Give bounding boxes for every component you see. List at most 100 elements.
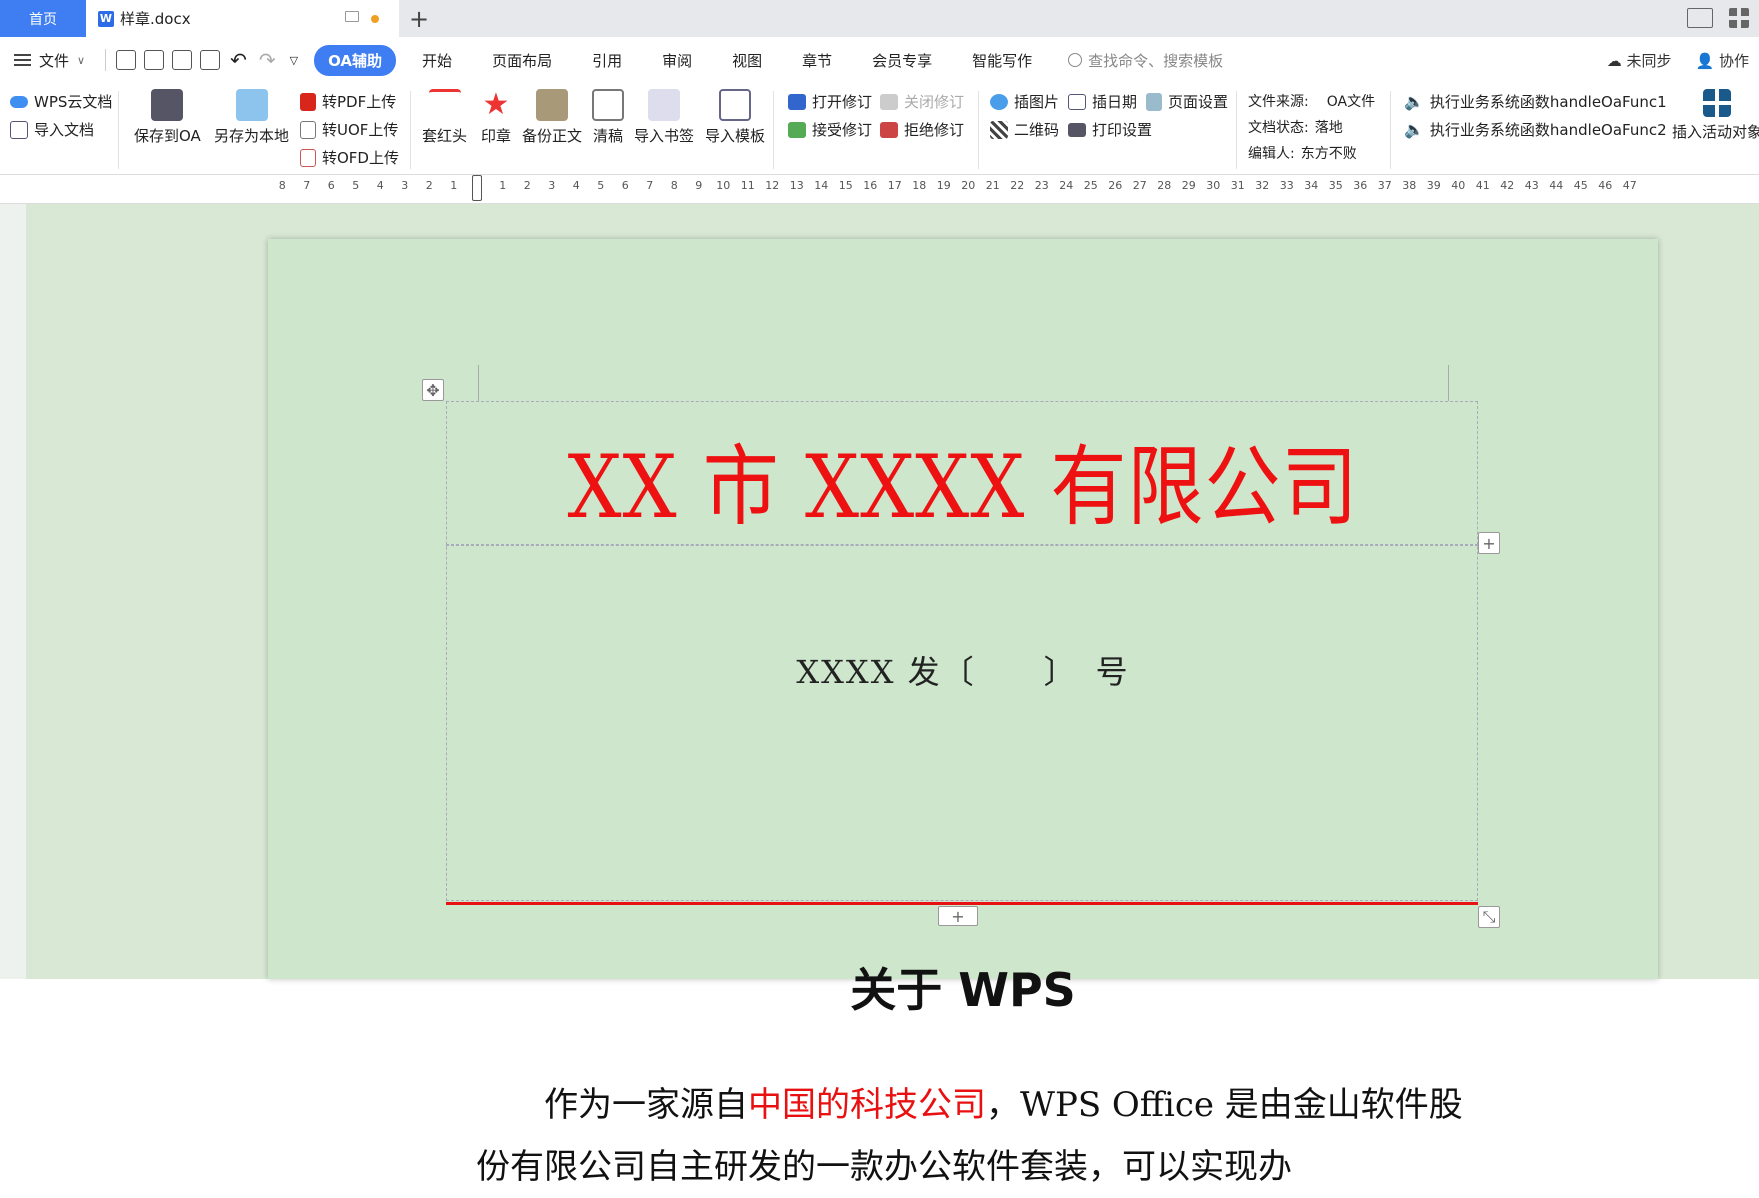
red-head-label: 套红头	[422, 127, 468, 145]
quick-access-more-icon[interactable]: ▽	[290, 54, 298, 67]
insert-date-button[interactable]: 插日期	[1068, 91, 1137, 112]
reject-revision-button[interactable]: 拒绝修订	[880, 119, 964, 140]
para-text-red: 中国的科技公司	[748, 1085, 986, 1125]
insert-picture-button[interactable]: 插图片	[990, 91, 1059, 112]
divider	[118, 91, 119, 169]
doc-status-label: 文档状态:	[1248, 120, 1309, 136]
file-menu[interactable]: 文件 ∨	[0, 50, 99, 71]
menu-start[interactable]: 开始	[402, 50, 472, 71]
tab-document[interactable]: W 样章.docx	[86, 0, 399, 37]
insert-date-label: 插日期	[1092, 93, 1138, 111]
save-icon[interactable]	[116, 50, 137, 70]
red-head-button[interactable]: 套红头	[422, 89, 467, 146]
clean-draft-label: 清稿	[592, 127, 623, 145]
import-doc-button[interactable]: 导入文档	[10, 119, 94, 140]
star-seal-icon: ★	[482, 87, 510, 122]
ruler-tick-label: 19	[936, 179, 951, 192]
menu-layout[interactable]: 页面布局	[472, 50, 572, 71]
margin-corner-tl	[478, 365, 479, 401]
ruler-tick-label: 6	[621, 179, 629, 192]
oa-func2-button[interactable]: 🔈 执行业务系统函数handleOaFunc2	[1404, 119, 1667, 140]
header-divider	[446, 544, 1478, 546]
file-menu-label: 文件	[39, 51, 70, 70]
indent-marker-icon[interactable]	[472, 175, 482, 201]
open-revision-button[interactable]: 打开修订	[788, 91, 872, 112]
save-local-button[interactable]: 另存为本地	[214, 89, 289, 146]
import-template-label: 导入模板	[705, 127, 766, 145]
resize-icon[interactable]: ⤡	[1478, 906, 1500, 928]
uof-icon	[300, 120, 316, 139]
menu-oa[interactable]: OA辅助	[314, 44, 397, 76]
collab-button[interactable]: 👤 协作	[1696, 50, 1749, 71]
seal-button[interactable]: ★ 印章	[480, 89, 512, 146]
monitor-icon[interactable]	[345, 11, 359, 22]
layout-icon[interactable]	[1687, 8, 1713, 28]
ruler-tick-label: 8	[670, 179, 678, 192]
ruler-tick-label: 1	[450, 179, 458, 192]
oa-func1-button[interactable]: 🔈 执行业务系统函数handleOaFunc1	[1404, 91, 1667, 112]
ruler-tick-label: 46	[1598, 179, 1613, 192]
doc-source-value: OA文件	[1326, 94, 1376, 110]
insert-active-object-button[interactable]: 插入活动对象	[1672, 89, 1759, 142]
ruler-tick-label: 20	[961, 179, 976, 192]
document-page[interactable]: ✥ XX 市 XXXX 有限公司 XXXX 发〔 〕 号 + + ⤡ 关于 WP…	[268, 239, 1658, 1187]
monitor-off-icon	[880, 93, 898, 110]
hamburger-icon	[14, 54, 31, 66]
menu-member[interactable]: 会员专享	[852, 50, 952, 71]
undo-icon[interactable]: ↶	[230, 48, 247, 72]
doc-source: 文件来源: OA文件	[1248, 91, 1375, 111]
seal-label: 印章	[480, 127, 511, 145]
wps-cloud-doc-button[interactable]: WPS云文档	[10, 91, 112, 112]
ruler-tick-label: 38	[1402, 179, 1417, 192]
import-bookmark-button[interactable]: 导入书签	[634, 89, 694, 146]
save-to-oa-label: 保存到OA	[134, 127, 201, 145]
menu-review[interactable]: 审阅	[642, 50, 712, 71]
import-template-button[interactable]: 导入模板	[705, 89, 765, 146]
menu-reference[interactable]: 引用	[572, 50, 642, 71]
ruler-tick-label: 28	[1157, 179, 1172, 192]
ruler-tick-label: 45	[1573, 179, 1588, 192]
divider	[105, 49, 107, 71]
save-to-oa-button[interactable]: 保存到OA	[134, 89, 201, 146]
close-revision-button[interactable]: 关闭修订	[880, 91, 964, 112]
clean-draft-button[interactable]: 清稿	[592, 89, 624, 146]
move-handle-icon[interactable]: ✥	[422, 379, 444, 401]
margin-corner-tr	[1448, 365, 1449, 401]
print-icon[interactable]	[172, 50, 193, 70]
menu-view[interactable]: 视图	[712, 50, 782, 71]
ruler-tick-label: 11	[740, 179, 755, 192]
open-revision-label: 打开修订	[812, 93, 873, 111]
export-icon[interactable]	[144, 50, 165, 70]
page-setup-label: 页面设置	[1168, 93, 1229, 111]
accept-revision-button[interactable]: 接受修订	[788, 119, 872, 140]
sync-status[interactable]: ☁ 未同步	[1607, 50, 1672, 71]
to-ofd-button[interactable]: 转OFD上传	[300, 147, 399, 168]
body-paragraph: 作为一家源自中国的科技公司，WPS Office 是由金山软件股份有限公司自主研…	[476, 1074, 1476, 1198]
redo-icon[interactable]: ↷	[259, 48, 276, 72]
to-pdf-button[interactable]: 转PDF上传	[300, 91, 396, 112]
menu-section[interactable]: 章节	[782, 50, 852, 71]
add-below-icon[interactable]: +	[938, 906, 978, 926]
add-row-icon[interactable]: +	[1478, 532, 1500, 554]
apps-grid-icon[interactable]	[1729, 8, 1749, 28]
ruler-tick-label: 10	[716, 179, 731, 192]
menu-ai-write[interactable]: 智能写作	[952, 50, 1052, 71]
ruler-tick-label: 2	[523, 179, 531, 192]
backup-button[interactable]: 备份正文	[522, 89, 582, 146]
doc-source-label: 文件来源:	[1248, 94, 1309, 110]
ruler-tick-label: 39	[1426, 179, 1441, 192]
command-search[interactable]: 查找命令、搜索模板	[1068, 50, 1223, 71]
backup-label: 备份正文	[522, 127, 583, 145]
ruler-tick-label: 32	[1255, 179, 1270, 192]
print-setup-button[interactable]: 打印设置	[1068, 119, 1152, 140]
tab-home[interactable]: 首页	[0, 0, 86, 37]
page-setup-button[interactable]: 页面设置	[1146, 91, 1228, 112]
new-tab-button[interactable]: +	[399, 0, 439, 37]
to-ofd-label: 转OFD上传	[322, 149, 399, 167]
ruler-tick-label: 31	[1230, 179, 1245, 192]
horizontal-ruler[interactable]: 8 7 6 5 4 3 2 1 1 2 3 4 5 6 7 8 9 10 11 12 13 14 15 16 17 18 19 20 2…	[0, 175, 1759, 204]
ruler-tick-label: 13	[789, 179, 804, 192]
qrcode-button[interactable]: 二维码	[990, 119, 1059, 140]
print-preview-icon[interactable]	[200, 50, 221, 70]
to-uof-button[interactable]: 转UOF上传	[300, 119, 398, 140]
